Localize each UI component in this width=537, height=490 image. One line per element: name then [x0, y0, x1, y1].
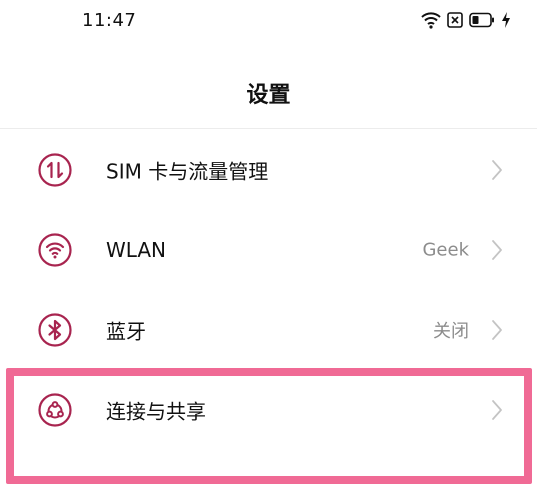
settings-item-label: 蓝牙 — [106, 319, 146, 344]
battery-icon — [469, 12, 495, 28]
chevron-right-icon — [491, 399, 503, 421]
settings-item-wlan[interactable]: WLAN Geek — [0, 210, 537, 290]
connection-share-icon — [38, 393, 72, 427]
bluetooth-icon — [38, 313, 72, 347]
header-divider — [0, 128, 537, 129]
page-title: 设置 — [246, 83, 291, 108]
charging-bolt-icon — [501, 12, 511, 28]
settings-item-connection-sharing[interactable]: 连接与共享 — [0, 370, 537, 450]
wifi-icon — [421, 11, 441, 29]
sim-data-icon — [38, 153, 72, 187]
settings-item-value: Geek — [422, 239, 469, 261]
settings-list: SIM 卡与流量管理 WLAN Geek 蓝牙 关闭 连接与共享 — [0, 130, 537, 450]
settings-item-label: SIM 卡与流量管理 — [106, 159, 269, 184]
wifi-icon — [38, 233, 72, 267]
status-icons — [421, 11, 511, 29]
status-time: 11:47 — [82, 10, 137, 31]
status-bar: 11:47 — [0, 0, 537, 44]
chevron-right-icon — [491, 239, 503, 261]
close-box-icon — [447, 12, 463, 28]
settings-item-value: 关闭 — [433, 321, 469, 342]
header: 设置 — [0, 58, 537, 128]
settings-item-label: 连接与共享 — [106, 399, 206, 424]
chevron-right-icon — [491, 319, 503, 341]
settings-item-label: WLAN — [106, 238, 167, 262]
settings-item-bluetooth[interactable]: 蓝牙 关闭 — [0, 290, 537, 370]
chevron-right-icon — [491, 159, 503, 181]
settings-item-sim[interactable]: SIM 卡与流量管理 — [0, 130, 537, 210]
